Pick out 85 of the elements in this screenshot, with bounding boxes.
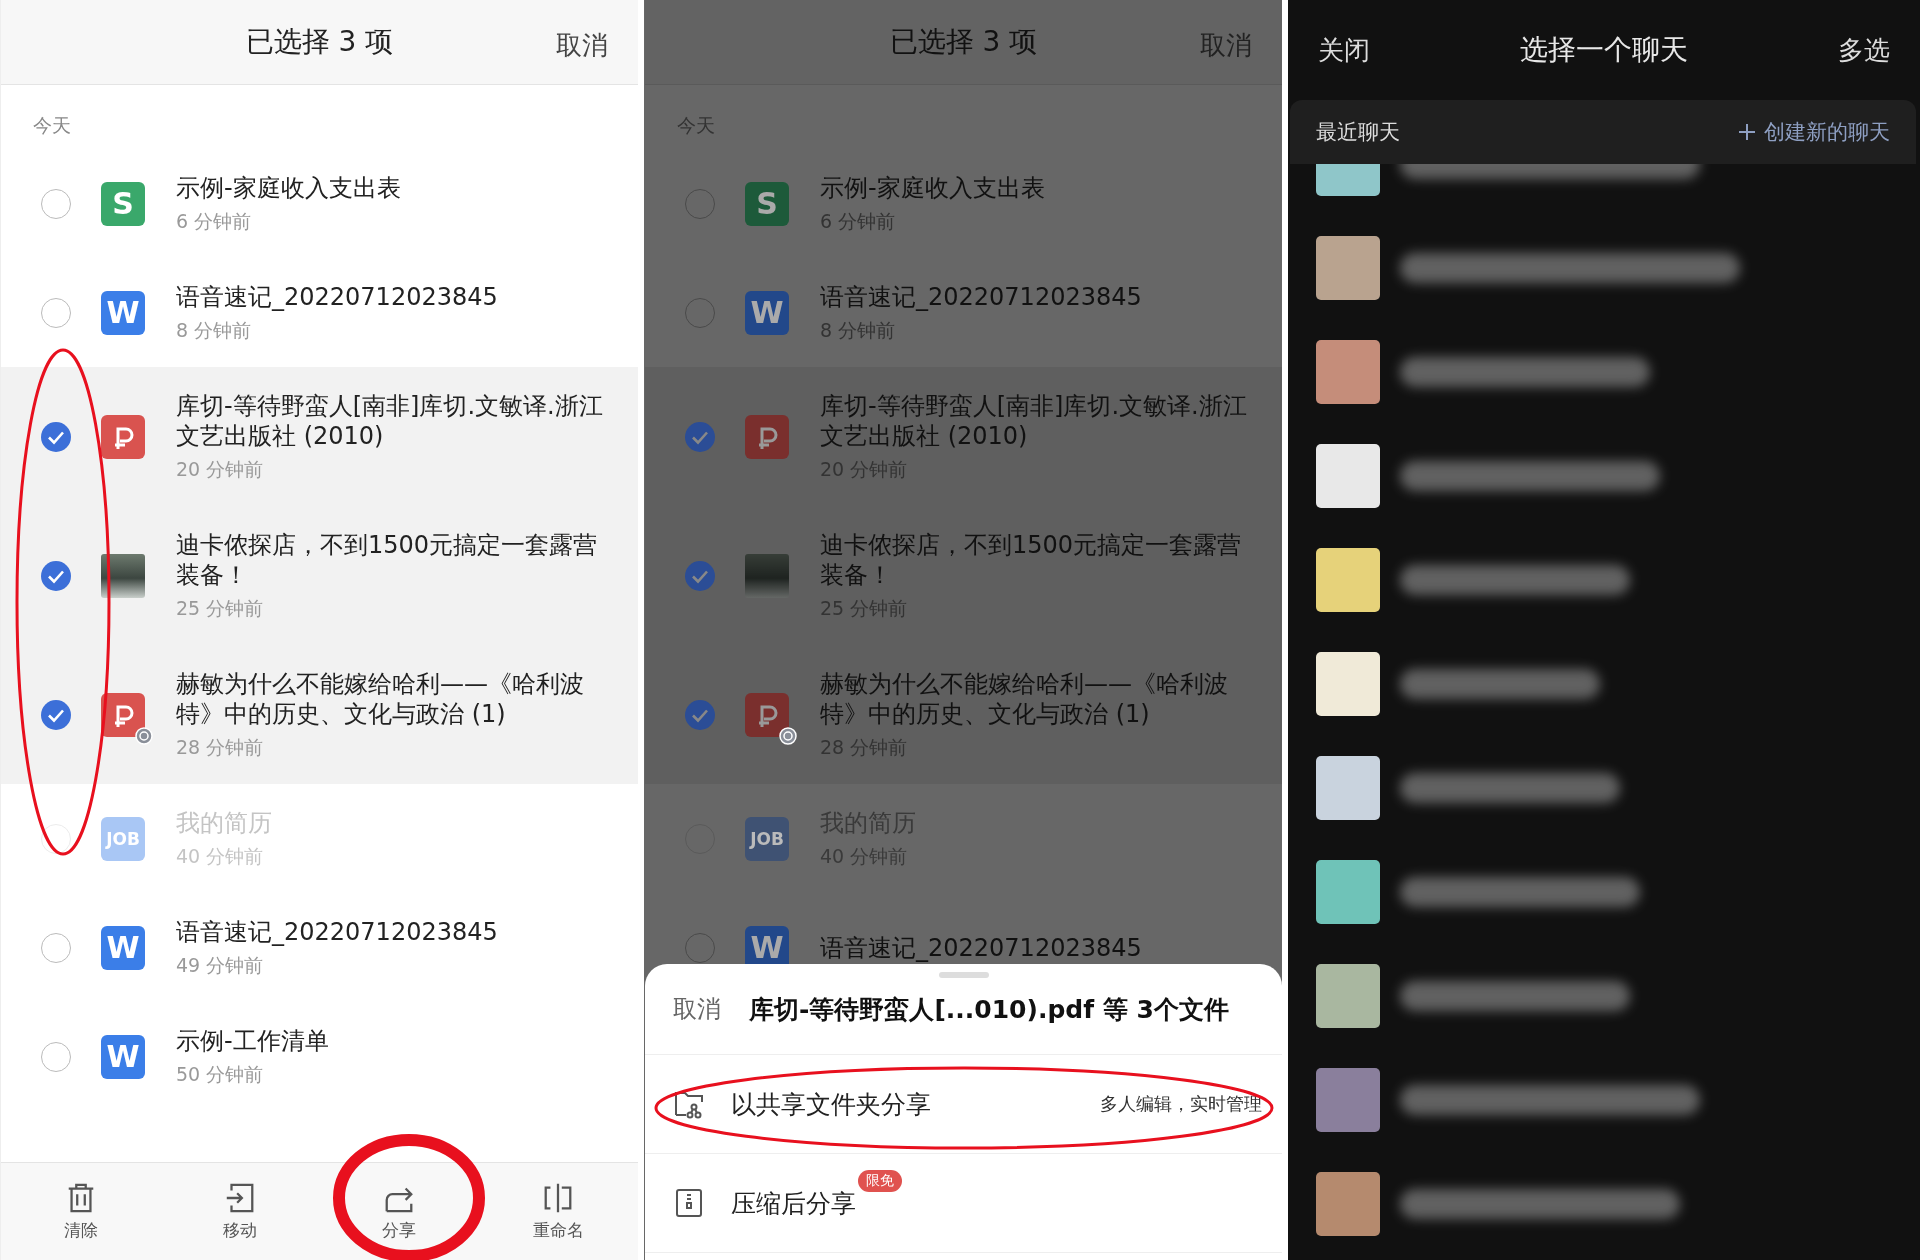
share-option[interactable]: 以共享文件夹分享 多人编辑，实时管理 <box>645 1055 1282 1153</box>
option-label: 以共享文件夹分享 <box>731 1088 931 1121</box>
toolbar-button[interactable]: 重命名 <box>478 1163 638 1260</box>
file-row[interactable]: W 语音速记_20220712023845 8 分钟前 <box>1 258 638 367</box>
avatar-thumbnail[interactable] <box>1316 236 1380 300</box>
plus-icon <box>1738 123 1756 141</box>
file-name: 库切-等待野蛮人[南非]库切.文敏译.浙江文艺出版社 (2010) <box>820 390 1248 451</box>
file-row[interactable]: 库切-等待野蛮人[南非]库切.文敏译.浙江文艺出版社 (2010) 20 分钟前 <box>1 367 638 506</box>
shared-badge-icon <box>135 726 153 745</box>
selection-checkbox[interactable] <box>685 560 715 591</box>
file-row[interactable]: S 示例-家庭收入支出表 6 分钟前 <box>1 149 638 258</box>
file-name: 示例-家庭收入支出表 <box>176 172 401 203</box>
selection-checkbox[interactable] <box>41 421 71 452</box>
avatar-thumbnail[interactable] <box>1316 964 1380 1028</box>
file-name: 语音速记_20220712023845 <box>176 281 498 312</box>
pdf-file-icon <box>101 414 145 459</box>
file-type-icon: W <box>745 290 789 335</box>
file-row[interactable]: W 示例-工作清单 50 分钟前 <box>1 1002 638 1111</box>
avatar-thumbnail[interactable] <box>1316 1172 1380 1236</box>
sheet-title: 库切-等待野蛮人[...010).pdf 等 3个文件 <box>749 993 1229 1026</box>
pdf-file-icon <box>745 414 789 459</box>
avatar-thumbnail[interactable] <box>1316 340 1380 404</box>
modified-time: 8 分钟前 <box>176 317 253 343</box>
modified-time: 25 分钟前 <box>176 595 265 621</box>
modified-time: 49 分钟前 <box>176 952 265 978</box>
file-name: 示例-工作清单 <box>176 1025 329 1056</box>
avatar-thumbnail[interactable] <box>1316 860 1380 924</box>
selection-checkbox[interactable] <box>685 699 715 730</box>
avatar-thumbnail[interactable] <box>1316 1068 1380 1132</box>
create-chat-link[interactable]: 创建新的聊天 <box>1738 118 1890 146</box>
file-type-icon: S <box>101 181 145 226</box>
file-type-icon: JOB <box>745 816 789 861</box>
close-button[interactable]: 关闭 <box>1318 32 1370 68</box>
cancel-button[interactable]: 取消 <box>673 993 721 1025</box>
avatar-thumbnail[interactable] <box>1316 652 1380 716</box>
file-type-icon: W <box>101 925 145 970</box>
toolbar-button[interactable]: 清除 <box>1 1163 161 1260</box>
avatar-thumbnail[interactable] <box>1316 444 1380 508</box>
file-name: 语音速记_20220712023845 <box>820 932 1142 963</box>
file-name: 迪卡侬探店，不到1500元搞定一套露营装备！ <box>176 529 599 590</box>
cancel-button[interactable]: 取消 <box>556 28 608 63</box>
modified-time: 40 分钟前 <box>176 843 265 869</box>
file-name: 赫敏为什么不能嫁给哈利——《哈利波特》中的历史、文化与政治 (1) <box>176 668 585 729</box>
photo-thumbnail <box>745 553 789 598</box>
file-name: 语音速记_20220712023845 <box>820 281 1142 312</box>
selection-title: 已选择 3 项 <box>889 24 1038 60</box>
modified-time: 20 分钟前 <box>176 456 265 482</box>
file-type-icon: JOB <box>101 816 145 861</box>
shared-badge-icon <box>779 726 797 745</box>
share-option[interactable]: 压缩后分享 限免 <box>645 1153 1282 1253</box>
photo-thumbnail <box>101 553 145 598</box>
selection-title: 已选择 3 项 <box>245 24 394 60</box>
option-label: 压缩后分享 <box>731 1187 856 1220</box>
toolbar-button[interactable]: 移动 <box>160 1163 320 1260</box>
modified-time: 28 分钟前 <box>176 734 265 760</box>
drag-handle[interactable] <box>938 972 989 978</box>
file-name: 我的简历 <box>176 807 272 838</box>
selection-checkbox[interactable] <box>685 421 715 452</box>
section-label: 今天 <box>32 113 72 138</box>
file-type-icon: W <box>101 1034 145 1079</box>
avatar-thumbnail[interactable] <box>1316 756 1380 820</box>
file-row[interactable]: 赫敏为什么不能嫁给哈利——《哈利波特》中的历史、文化与政治 (1) 28 分钟前 <box>1 645 638 784</box>
modified-time: 6 分钟前 <box>176 208 253 234</box>
section-label: 最近聊天 <box>1316 119 1400 146</box>
pdf-file-icon <box>745 692 789 737</box>
file-row[interactable]: 迪卡侬探店，不到1500元搞定一套露营装备！ 25 分钟前 <box>1 506 638 645</box>
file-name: 示例-家庭收入支出表 <box>820 172 1045 203</box>
picker-title: 选择一个聊天 <box>1520 32 1688 68</box>
file-type-icon: W <box>101 290 145 335</box>
selection-checkbox[interactable] <box>41 560 71 591</box>
pdf-file-icon <box>101 692 145 737</box>
toolbar-button[interactable]: 分享 <box>319 1163 479 1260</box>
file-type-icon: S <box>745 181 789 226</box>
file-name: 库切-等待野蛮人[南非]库切.文敏译.浙江文艺出版社 (2010) <box>176 390 604 451</box>
multi-select-button[interactable]: 多选 <box>1838 32 1890 68</box>
promo-badge: 限免 <box>858 1170 902 1192</box>
selection-checkbox[interactable] <box>41 699 71 730</box>
zip-file-icon <box>673 1187 705 1219</box>
file-name: 赫敏为什么不能嫁给哈利——《哈利波特》中的历史、文化与政治 (1) <box>820 668 1229 729</box>
option-note: 多人编辑，实时管理 <box>1100 1092 1262 1116</box>
file-row[interactable]: W 语音速记_20220712023845 49 分钟前 <box>1 893 638 1002</box>
file-name: 迪卡侬探店，不到1500元搞定一套露营装备！ <box>820 529 1243 590</box>
file-name: 语音速记_20220712023845 <box>176 916 498 947</box>
modified-time: 50 分钟前 <box>176 1061 265 1087</box>
avatar-thumbnail[interactable] <box>1316 548 1380 612</box>
